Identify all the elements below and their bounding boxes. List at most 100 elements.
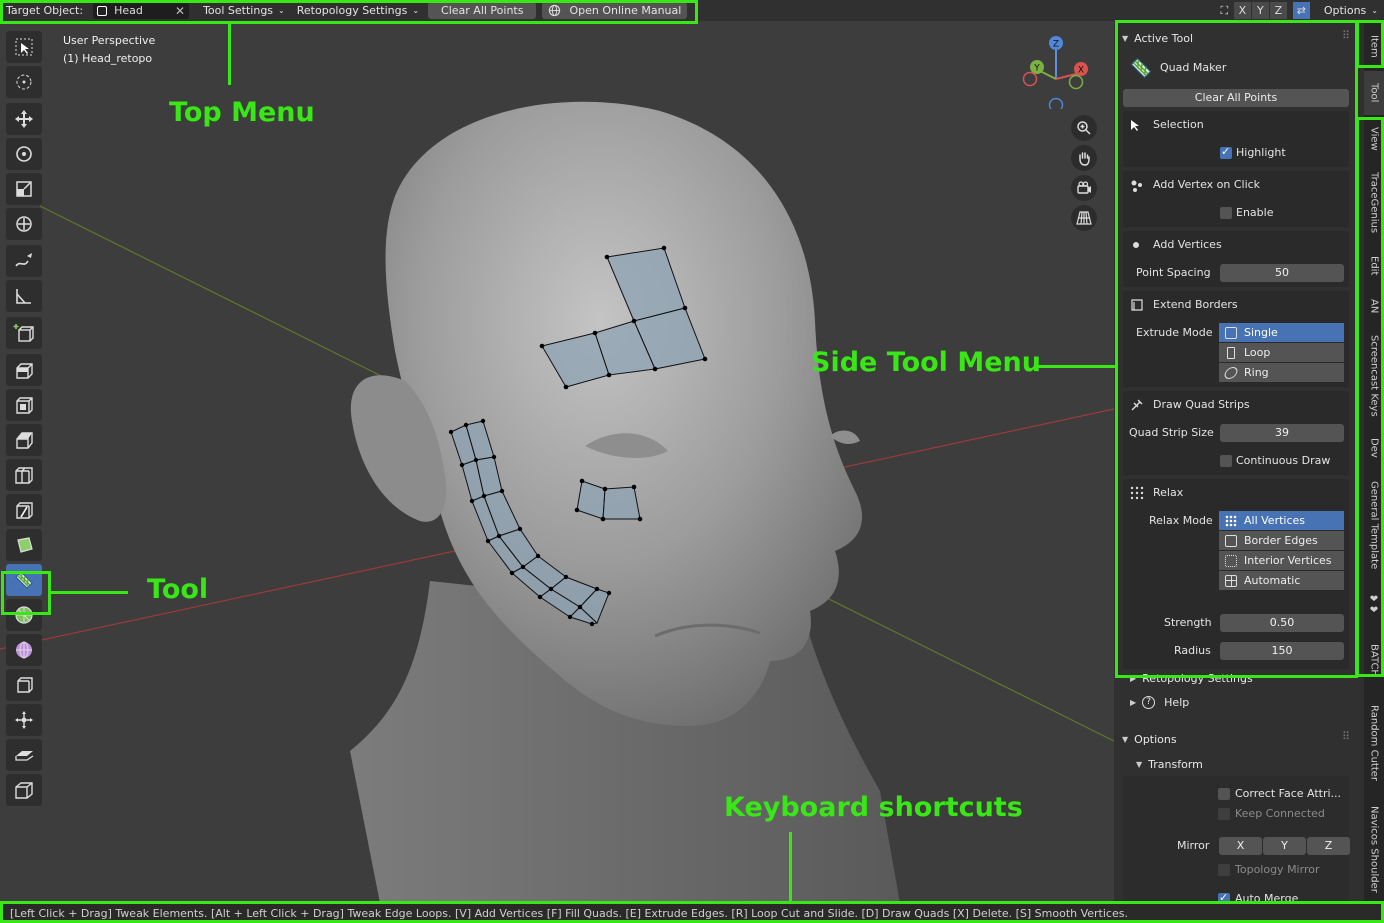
target-object-label: Target Object: [6,4,84,17]
tab-random-cutter[interactable]: Random Cutter [1364,693,1384,793]
scale-tool[interactable] [6,173,42,205]
sphere-icon [16,641,32,659]
mirror-y-toggle[interactable]: Y [1263,837,1306,855]
tab-hearts[interactable]: ❤❤ [1364,583,1384,627]
camera-view-button[interactable] [1071,175,1097,201]
relax-mode-automatic[interactable]: Automatic [1219,571,1344,590]
extrude-mode-ring[interactable]: Ring [1219,363,1344,382]
loop-cut-tool[interactable] [6,459,42,491]
tab-edit[interactable]: Edit [1364,246,1384,286]
relax-mode-interior-vertices[interactable]: Interior Vertices [1219,551,1344,570]
help-subpanel[interactable]: ▶? Help [1130,693,1189,711]
auto-merge-checkbox[interactable] [1218,891,1230,903]
tab-screencast-keys[interactable]: Screencast Keys [1364,326,1384,426]
quad-maker-tool[interactable] [6,564,42,596]
top-menu-bar: Target Object: Head ✕ Tool Settings ⌄ Ret… [0,0,1384,21]
drag-handle-icon[interactable]: ⠿ [1342,29,1350,42]
strength-label: Strength [1164,616,1212,629]
drag-handle-icon[interactable]: ⠿ [1342,730,1350,743]
poly-build-tool[interactable] [6,529,42,561]
correct-face-checkbox[interactable] [1218,788,1230,800]
enable-checkbox[interactable] [1220,207,1232,219]
tab-view[interactable]: View [1364,118,1384,160]
select-box-tool[interactable] [6,31,42,63]
tab-navicos-shoulder[interactable]: Navicos Shoulder [1364,796,1384,903]
quad-maker-icon [15,571,33,589]
tab-general-template[interactable]: General Template [1364,470,1384,580]
keep-connected-checkbox[interactable] [1218,808,1230,820]
knife-tool[interactable] [6,494,42,526]
active-tool-header[interactable]: ▼ Active Tool [1122,29,1193,47]
radius-field[interactable]: 150 [1220,642,1344,660]
mirror-toggle-icon[interactable]: ⛶ [1215,2,1233,19]
topology-mirror-checkbox[interactable] [1218,864,1230,876]
options-header[interactable]: ▼ Options [1122,730,1177,748]
spin-tool[interactable] [6,599,42,631]
axis-x-toggle[interactable]: X [1233,2,1251,19]
side-tool-menu-annotation: Side Tool Menu [811,347,1041,378]
extrude-mode-loop[interactable]: Loop [1219,343,1344,362]
continuous-draw-checkbox[interactable] [1220,455,1232,467]
perspective-toggle-button[interactable] [1071,205,1097,231]
clear-target-icon[interactable]: ✕ [175,4,185,18]
ring-icon [1222,366,1240,379]
quad-strip-size-field[interactable]: 39 [1220,424,1344,442]
tab-tracegenius[interactable]: TraceGenius [1364,163,1384,243]
smooth-tool[interactable] [6,634,42,666]
add-cube-tool[interactable] [6,317,42,349]
inset-tool[interactable] [6,389,42,421]
strength-field[interactable]: 0.50 [1220,614,1344,632]
retopology-settings-subpanel[interactable]: ▶ Retopology Settings [1130,669,1253,687]
clear-all-points-panel-button[interactable]: Clear All Points [1123,89,1349,107]
interior-vertices-icon [1225,554,1237,567]
navigation-gizmo[interactable]: Z X Y [1018,33,1094,109]
tab-dev[interactable]: Dev [1364,429,1384,467]
clear-all-points-button[interactable]: Clear All Points [428,2,537,19]
open-online-manual-button[interactable]: Open Online Manual [542,2,688,19]
extrude-tool[interactable] [6,354,42,386]
rotate-tool[interactable] [6,138,42,170]
shear-tool[interactable] [6,739,42,771]
edge-slide-tool[interactable] [6,669,42,701]
mirror-z-toggle[interactable]: Z [1307,837,1350,855]
tab-an[interactable]: AN [1364,289,1384,323]
move-tool[interactable] [6,103,42,135]
rip-region-tool[interactable] [6,774,42,806]
extrude-mode-label: Extrude Mode [1136,326,1213,339]
retopology-settings-dropdown[interactable]: Retopology Settings ⌄ [291,2,425,19]
shrink-fatten-tool[interactable] [6,704,42,736]
transform-tool[interactable] [6,208,42,240]
3d-viewport[interactable]: User Perspective (1) Head_retopo Z X Y [0,21,1114,903]
pan-button[interactable] [1071,145,1097,171]
side-menu-connector [1037,365,1115,368]
tab-hearts-label: ❤❤ [1368,594,1380,616]
annotate-tool[interactable] [6,245,42,277]
rip-region-icon [15,782,33,799]
tab-item[interactable]: Item [1364,23,1384,69]
hand-icon [1079,152,1090,166]
axis-y-toggle[interactable]: Y [1251,2,1269,19]
target-object-field[interactable]: Head ✕ [93,2,190,19]
quad-strip-size-label: Quad Strip Size [1129,426,1214,439]
all-vertices-icon [1225,514,1237,527]
highlight-checkbox[interactable] [1220,145,1232,159]
point-spacing-field[interactable]: 50 [1220,264,1344,282]
spin-icon [15,606,33,624]
options-dropdown[interactable]: Options ⌄ [1318,2,1384,19]
single-icon [1225,326,1237,339]
relax-mode-all-vertices[interactable]: All Vertices [1219,511,1344,530]
tab-tool[interactable]: Tool [1364,71,1384,115]
measure-tool[interactable] [6,280,42,312]
bevel-tool[interactable] [6,424,42,456]
snap-icon[interactable]: ⇄ [1292,2,1310,19]
axis-z-toggle[interactable]: Z [1269,2,1287,19]
cursor-tool[interactable] [6,66,42,98]
mirror-x-toggle[interactable]: X [1219,837,1262,855]
tab-batch[interactable]: BATCH [1364,630,1384,690]
extrude-mode-single[interactable]: Single [1219,323,1344,342]
tool-settings-dropdown[interactable]: Tool Settings ⌄ [197,2,291,19]
transform-subpanel[interactable]: ▼ Transform [1136,755,1203,773]
add-vertex-click-label: Add Vertex on Click [1153,178,1261,191]
zoom-button[interactable] [1071,115,1097,141]
relax-mode-border-edges[interactable]: Border Edges [1219,531,1344,550]
